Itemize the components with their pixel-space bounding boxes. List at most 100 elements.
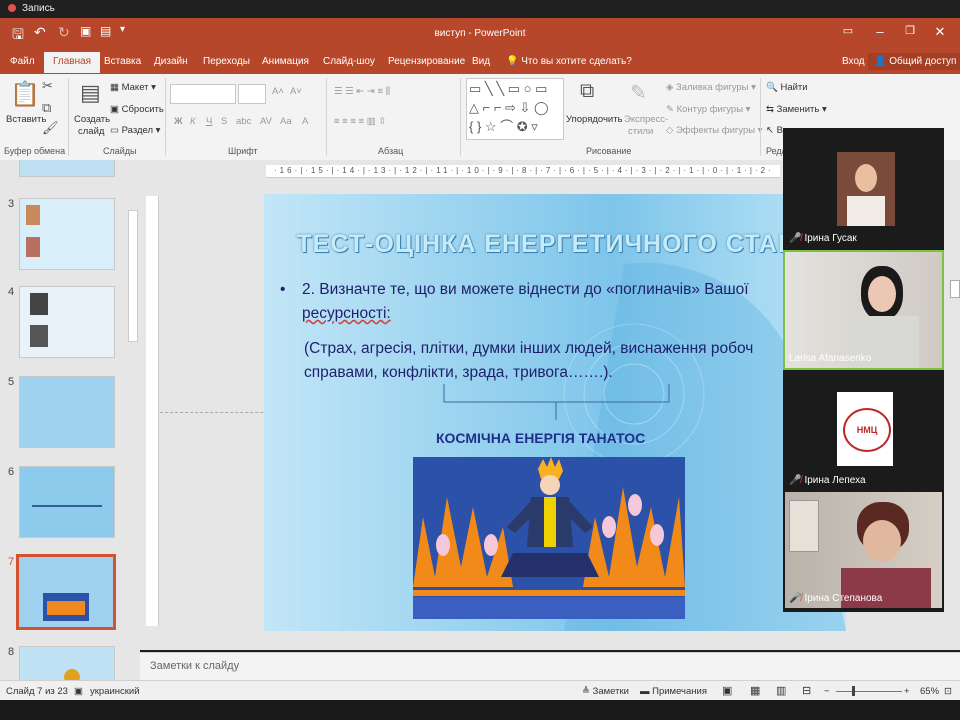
font-color-icon[interactable]: A xyxy=(302,116,308,127)
find-button[interactable]: 🔍 Найти xyxy=(766,82,808,93)
restore-icon[interactable]: ❐ xyxy=(900,24,920,37)
align-icons[interactable]: ≡ ≡ ≡ ≡ ▥ ⇳ xyxy=(334,116,386,127)
participant-name: Larisa Afanasenko xyxy=(789,353,871,364)
paste-label[interactable]: Вставить xyxy=(6,114,46,125)
shape-outline-button[interactable]: ✎ Контур фигуры ▾ xyxy=(666,104,750,115)
find-label: Найти xyxy=(780,82,808,93)
face-shape xyxy=(863,520,901,562)
shape-fill-button[interactable]: ◈ Заливка фигуры ▾ xyxy=(666,82,756,93)
fit-slide-icon[interactable]: ⊡ xyxy=(944,686,952,697)
zoom-in-icon[interactable]: + xyxy=(904,686,910,697)
participant-name-text: Ірина Лепеха xyxy=(804,475,866,486)
tab-home[interactable]: Главная xyxy=(44,52,101,73)
replace-button[interactable]: ⇆ Заменить ▾ xyxy=(766,104,827,115)
tab-slideshow[interactable]: Слайд-шоу xyxy=(323,56,375,67)
copy-icon[interactable]: ⧉ xyxy=(42,100,51,116)
spellcheck-icon[interactable]: ▣ xyxy=(74,686,83,697)
participant-name: 🎤̸ Ірина Гусак xyxy=(789,233,857,244)
slide-subtitle[interactable]: КОСМІЧНА ЕНЕРГІЯ ТАНАТОС xyxy=(436,430,645,446)
select-icon: ↖ xyxy=(766,125,777,136)
current-slide[interactable]: ТЕСТ-ОЦІНКА ЕНЕРГЕТИЧНОГО СТАНУ • 2. Виз… xyxy=(264,194,846,631)
participant-tile[interactable]: НМЦ 🎤̸ Ірина Лепеха xyxy=(785,374,942,490)
select-button[interactable]: ↖ В xyxy=(766,125,783,136)
font-size-input[interactable] xyxy=(238,84,266,104)
tab-view[interactable]: Вид xyxy=(472,56,490,67)
participant-tile-active[interactable]: Larisa Afanasenko xyxy=(783,250,944,370)
change-case-icon[interactable]: Aa xyxy=(280,116,292,127)
normal-view-icon[interactable]: ▣ xyxy=(722,684,732,697)
share-button[interactable]: 👤 Общий доступ xyxy=(868,53,960,70)
layout-button[interactable]: ▦ Макет ▾ xyxy=(110,82,156,93)
language-label[interactable]: украинский xyxy=(90,686,140,697)
zoom-out-icon[interactable]: − xyxy=(824,686,830,697)
slide-illustration[interactable] xyxy=(413,457,685,619)
new-slide-label-2[interactable]: слайд xyxy=(78,126,104,137)
tab-insert[interactable]: Вставка xyxy=(104,56,141,67)
participant-name-text: Ірина Гусак xyxy=(804,233,857,244)
slide-title[interactable]: ТЕСТ-ОЦІНКА ЕНЕРГЕТИЧНОГО СТАНУ xyxy=(264,230,846,259)
logo-emblem: НМЦ xyxy=(843,408,891,452)
section-button[interactable]: ▭ Раздел ▾ xyxy=(110,125,160,136)
slide-thumbnail-3[interactable] xyxy=(19,198,115,270)
horizontal-ruler: ·16·|·15·|·14·|·13·|·12·|·11·|·10·|·9·|·… xyxy=(266,165,780,178)
bold-button[interactable]: Ж xyxy=(174,116,183,127)
reset-button[interactable]: ▣ Сбросить xyxy=(110,104,164,115)
shapes-gallery[interactable]: ▭ ╲ ╲ ▭ ○ ▭ △ ⌐ ⌐ ⇨ ⇩ ◯{ } ☆ ⌒ ✪ ▿ xyxy=(466,78,564,140)
font-name-input[interactable] xyxy=(170,84,236,104)
slide-thumbnail-7[interactable] xyxy=(16,554,116,630)
close-icon[interactable]: ✕ xyxy=(930,24,950,40)
participant-tile[interactable]: 🎤̸ Ірина Степанова xyxy=(785,492,942,608)
paste-icon[interactable]: 📋 xyxy=(10,80,40,109)
slide-paragraph[interactable]: (Страх, агресія, плітки, думки інших люд… xyxy=(304,337,846,385)
slide-thumbnail-8[interactable] xyxy=(19,646,115,682)
format-painter-icon[interactable]: 🖌 xyxy=(42,120,59,136)
slide-thumbnail-2-partial[interactable] xyxy=(19,160,115,177)
bullets-icon[interactable]: ☰ ☰ ⇤ ⇥ ≡ ⫼ xyxy=(334,86,390,97)
zoom-level[interactable]: 65% xyxy=(920,686,939,697)
arrange-label[interactable]: Упорядочить xyxy=(566,114,623,125)
underline-button[interactable]: Ч xyxy=(206,116,212,127)
ribbon-display-icon[interactable]: ▭ xyxy=(838,24,858,37)
increase-font-icon[interactable]: A˄ xyxy=(272,86,284,97)
zoom-slider-thumb[interactable] xyxy=(852,686,855,696)
tab-design[interactable]: Дизайн xyxy=(154,56,188,67)
quick-styles-label-2[interactable]: стили xyxy=(628,126,653,137)
new-slide-icon[interactable]: ▤ xyxy=(80,80,101,106)
thumbnail-scrollbar[interactable] xyxy=(128,210,138,342)
notes-toggle[interactable]: ≜ Заметки xyxy=(582,686,629,697)
tell-me-box[interactable]: 💡 Что вы хотите сделать? xyxy=(506,56,632,67)
slide-thumbnail-4[interactable] xyxy=(19,286,115,358)
mic-muted-icon: 🎤̸ xyxy=(789,593,802,604)
comments-toggle[interactable]: ▬ Примечания xyxy=(640,686,707,697)
shape-effects-button[interactable]: ◇ Эффекты фигуры ▾ xyxy=(666,125,763,136)
reading-view-icon[interactable]: ▥ xyxy=(776,684,786,697)
slide-bullet[interactable]: • 2. Визначте те, що ви можете віднести … xyxy=(280,278,822,326)
strikethrough-button[interactable]: S xyxy=(221,116,227,127)
new-slide-label-1[interactable]: Создать xyxy=(74,114,110,125)
tab-file[interactable]: Файл xyxy=(10,56,35,67)
zoom-slider[interactable] xyxy=(836,691,902,692)
font-spacing-icon[interactable]: AV xyxy=(260,116,272,127)
tab-review[interactable]: Рецензирование xyxy=(388,56,465,67)
char-spacing-icon[interactable]: abc xyxy=(236,116,251,127)
notes-icon: ≜ xyxy=(582,686,593,697)
italic-button[interactable]: К xyxy=(190,116,196,127)
quick-styles-icon[interactable]: ✎ xyxy=(630,80,647,105)
tell-me-text: Что вы хотите сделать? xyxy=(521,56,632,67)
sign-in-link[interactable]: Вход xyxy=(842,56,865,67)
cut-icon[interactable]: ✂ xyxy=(42,78,53,94)
slide-sorter-icon[interactable]: ▦ xyxy=(750,684,760,697)
participant-tile[interactable]: 🎤̸ Ірина Гусак xyxy=(785,132,942,248)
slide-thumbnail-5[interactable] xyxy=(19,376,115,448)
tab-animations[interactable]: Анимация xyxy=(262,56,309,67)
quick-styles-label-1[interactable]: Экспресс- xyxy=(624,114,668,125)
decrease-font-icon[interactable]: A˅ xyxy=(290,86,302,97)
main-scrollbar-thumb[interactable] xyxy=(950,280,960,298)
slideshow-icon[interactable]: ⊟ xyxy=(802,684,811,697)
slide-thumbnail-6[interactable] xyxy=(19,466,115,538)
tab-transitions[interactable]: Переходы xyxy=(203,56,250,67)
arrange-icon[interactable]: ⧉ xyxy=(580,80,594,103)
search-icon: 🔍 xyxy=(766,82,781,93)
minimize-icon[interactable]: – xyxy=(870,24,890,39)
notes-pane[interactable]: Заметки к слайду xyxy=(140,652,960,681)
